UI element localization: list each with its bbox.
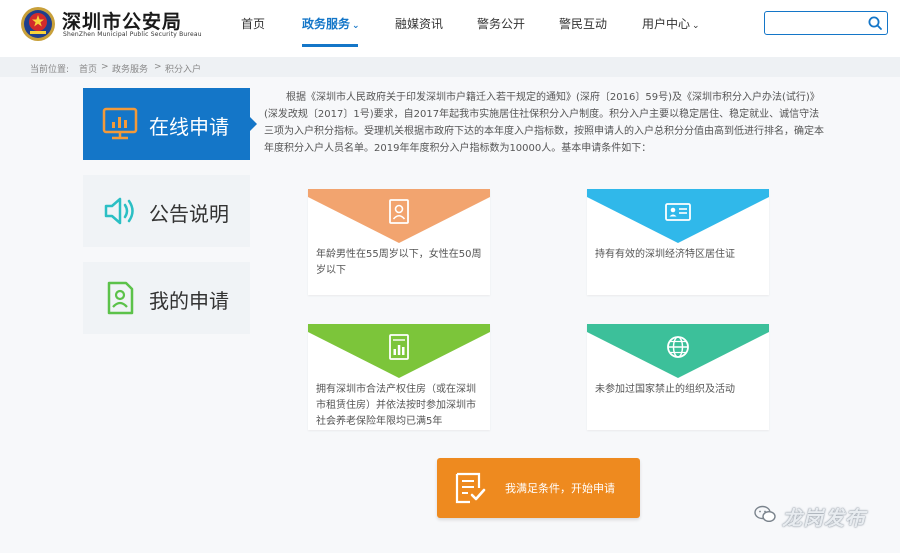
nav-government-services[interactable]: 政务服务 ⌄ xyxy=(302,15,360,35)
police-emblem-icon[interactable] xyxy=(20,6,56,42)
condition-card-no-illegal-org: 未参加过国家禁止的组织及活动 xyxy=(587,324,769,430)
condition-text: 未参加过国家禁止的组织及活动 xyxy=(595,384,735,395)
breadcrumb-prefix: 当前位置: xyxy=(30,65,70,75)
brand-title: 深圳市公安局 xyxy=(62,11,183,33)
condition-text: 年龄男性在55周岁以下，女性在50周岁以下 xyxy=(316,249,482,276)
chevron-down-icon: ⌄ xyxy=(352,21,360,31)
residence-card-icon xyxy=(665,203,691,221)
breadcrumb-points-household[interactable]: 积分入户 xyxy=(165,62,201,75)
breadcrumb-separator: > xyxy=(101,62,109,72)
breadcrumb-home[interactable]: 首页 xyxy=(79,62,97,75)
active-indicator-arrow xyxy=(250,117,257,131)
user-document-icon xyxy=(107,281,134,315)
start-application-button[interactable]: 我满足条件，开始申请 xyxy=(437,458,640,518)
condition-text: 持有有效的深圳经济特区居住证 xyxy=(595,249,735,260)
nav-user-center[interactable]: 用户中心 ⌄ xyxy=(642,15,700,35)
condition-card-residence-permit: 持有有效的深圳经济特区居住证 xyxy=(587,189,769,295)
sidebar-item-announcement[interactable]: 公告说明 xyxy=(83,175,250,247)
brand-subtitle: ShenZhen Municipal Public Security Burea… xyxy=(63,31,202,38)
breadcrumb-government-services[interactable]: 政务服务 xyxy=(112,62,148,75)
site-header: 深圳市公安局 ShenZhen Municipal Public Securit… xyxy=(0,0,900,50)
sidebar-item-label: 在线申请 xyxy=(149,115,229,139)
nav-active-underline xyxy=(302,44,358,47)
condition-card-age: 年龄男性在55周岁以下，女性在50周岁以下 xyxy=(308,189,490,295)
monitor-chart-icon xyxy=(102,107,138,140)
search-icon[interactable] xyxy=(867,15,883,31)
nav-police-disclosure[interactable]: 警务公开 xyxy=(477,15,525,35)
globe-icon xyxy=(667,336,689,358)
start-application-label: 我满足条件，开始申请 xyxy=(505,482,615,495)
nav-media-news[interactable]: 融媒资讯 xyxy=(395,15,443,35)
condition-text: 拥有深圳市合法产权住房（或在深圳市租赁住房）并依法按时参加深圳市社会养老保险年限… xyxy=(316,384,476,427)
sidebar-item-label: 公告说明 xyxy=(149,202,229,226)
nav-police-interaction[interactable]: 警民互动 xyxy=(559,15,607,35)
search-box xyxy=(764,11,888,35)
intro-paragraph: 根据《深圳市人民政府关于印发深圳市户籍迁入若干规定的通知》(深府〔2016〕59… xyxy=(264,92,824,154)
form-check-icon xyxy=(455,472,486,504)
speaker-icon xyxy=(104,197,134,225)
watermark-text: 龙岗发布 xyxy=(782,506,866,530)
wechat-icon xyxy=(754,505,776,523)
condition-card-housing-insurance: 拥有深圳市合法产权住房（或在深圳市租赁住房）并依法按时参加深圳市社会养老保险年限… xyxy=(308,324,490,430)
breadcrumb: 当前位置: 首页 > 政务服务 > 积分入户 xyxy=(0,57,900,77)
id-card-portrait-icon xyxy=(389,199,409,224)
search-input[interactable] xyxy=(769,14,865,32)
chevron-down-icon: ⌄ xyxy=(692,21,700,31)
breadcrumb-separator: > xyxy=(154,62,162,72)
bar-chart-doc-icon xyxy=(389,334,409,360)
sidebar-item-label: 我的申请 xyxy=(149,289,229,313)
nav-home[interactable]: 首页 xyxy=(241,15,265,35)
sidebar-item-online-apply[interactable]: 在线申请 xyxy=(83,88,257,160)
sidebar-item-my-applications[interactable]: 我的申请 xyxy=(83,262,250,334)
